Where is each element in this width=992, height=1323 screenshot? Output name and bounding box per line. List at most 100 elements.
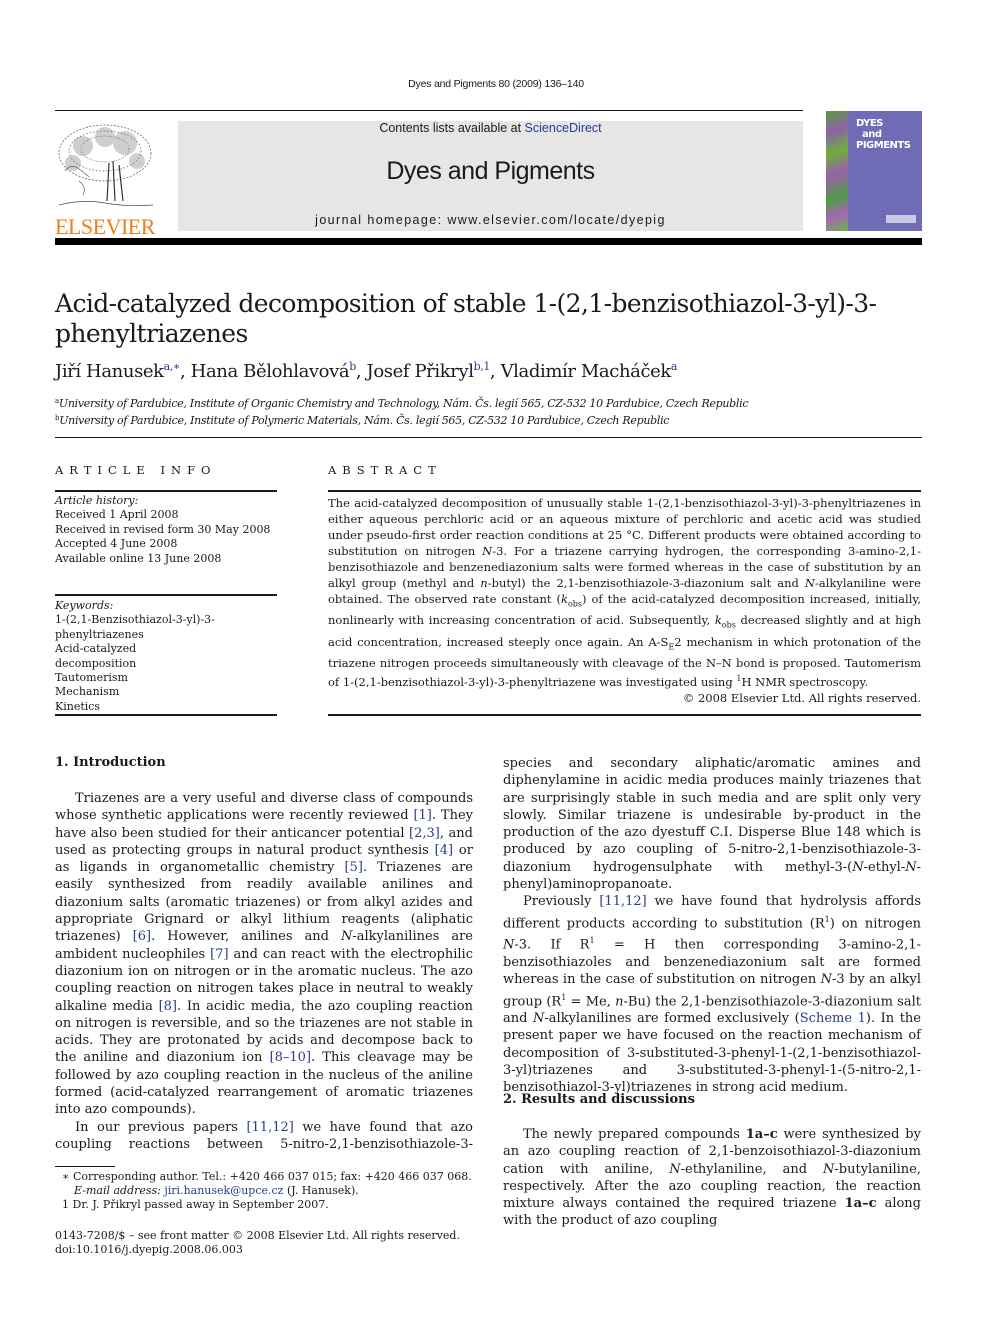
paragraph: Triazenes are a very useful and diverse …: [55, 791, 473, 1118]
email-label: E-mail address:: [74, 1184, 165, 1197]
abstract-body: The acid-catalyzed decomposition of unus…: [328, 496, 922, 689]
email-suffix: (J. Hanusek).: [283, 1184, 359, 1197]
footnote-1: 1 Dr. J. Přikryl passed away in Septembe…: [62, 1198, 329, 1211]
citation-link[interactable]: [8]: [159, 999, 177, 1014]
italic-text: N: [340, 929, 353, 945]
right-column: species and secondary aliphatic/aromatic…: [503, 755, 921, 1097]
keyword: Acid-catalyzed decomposition: [55, 642, 137, 670]
citation-link[interactable]: [11,12]: [599, 894, 646, 909]
italic-text: N: [503, 937, 515, 953]
tree-icon: [58, 124, 154, 207]
history-item: Accepted 4 June 2008: [55, 537, 178, 551]
citation-link[interactable]: [8–10]: [270, 1050, 311, 1065]
author: Vladimír Macháček: [500, 361, 672, 382]
citation-link[interactable]: [7]: [210, 947, 228, 962]
email-link[interactable]: jiri.hanusek@upce.cz: [164, 1184, 283, 1197]
citation-link[interactable]: Scheme 1: [800, 1011, 866, 1026]
cover-title: DYES and PIGMENTS: [856, 118, 911, 151]
section-heading-introduction: 1. Introduction: [55, 755, 166, 770]
citation-link[interactable]: [6]: [133, 929, 151, 944]
abstract-label: ABSTRACT: [328, 463, 442, 477]
author-affiliation-mark[interactable]: a: [671, 360, 678, 373]
journal-homepage-link[interactable]: journal homepage: www.elsevier.com/locat…: [178, 213, 803, 227]
affiliation: aUniversity of Pardubice, Institute of O…: [55, 394, 935, 411]
divider: [55, 490, 277, 492]
contents-line: Contents lists available at ScienceDirec…: [178, 121, 803, 135]
italic-text: N: [533, 1011, 545, 1027]
italic-text: n: [615, 993, 624, 1009]
divider: [328, 490, 921, 492]
abstract-text: The acid-catalyzed decomposition of unus…: [328, 495, 921, 706]
left-column: Triazenes are a very useful and diverse …: [55, 790, 473, 1153]
author: Hana Bělohlavová: [190, 361, 350, 382]
keyword: Tautomerism: [55, 671, 128, 685]
history-item: Received 1 April 2008: [55, 508, 179, 522]
history-item: Available online 13 June 2008: [55, 551, 222, 565]
keyword: Mechanism: [55, 685, 120, 699]
divider: [55, 437, 922, 438]
footnotes: ∗ Corresponding author. Tel.: +420 466 0…: [62, 1170, 482, 1212]
journal-cover[interactable]: DYES and PIGMENTS: [826, 111, 922, 231]
citation-link[interactable]: [11,12]: [246, 1120, 293, 1135]
citation-link[interactable]: [2,3]: [409, 826, 440, 841]
running-head: Dyes and Pigments 80 (2009) 136–140: [408, 78, 584, 90]
sciencedirect-link[interactable]: ScienceDirect: [525, 121, 602, 135]
header-thick-rule: [55, 238, 922, 245]
issn-line: 0143-7208/$ – see front matter © 2008 El…: [55, 1229, 460, 1242]
history-item: Received in revised form 30 May 2008: [55, 522, 271, 536]
affiliations: aUniversity of Pardubice, Institute of O…: [55, 394, 935, 428]
article-info-label: ARTICLE INFO: [55, 463, 217, 477]
citation-link[interactable]: [4]: [435, 843, 453, 858]
divider: [55, 714, 277, 716]
citation-link[interactable]: [1]: [413, 808, 431, 823]
author: Josef Přikryl: [366, 361, 474, 382]
italic-text: N: [820, 972, 833, 988]
divider: [55, 594, 277, 596]
compound-label: 1a–c: [745, 1127, 778, 1142]
keywords-label: Keywords:: [55, 599, 114, 612]
journal-title: Dyes and Pigments: [386, 157, 595, 185]
italic-text: N: [669, 1161, 681, 1177]
cover-pattern: [826, 111, 848, 231]
publisher-logo[interactable]: ELSEVIER: [53, 121, 157, 238]
article-title: Acid-catalyzed decomposition of stable 1…: [55, 289, 877, 348]
citation-link[interactable]: [5]: [345, 860, 363, 875]
superscript: 1: [824, 914, 830, 924]
keyword: 1-(2,1-Benzisothiazol-3-yl)-3-phenyltria…: [55, 613, 215, 641]
paragraph: In our previous papers [11,12] we have f…: [55, 1119, 473, 1152]
superscript: 1: [589, 936, 595, 946]
footnote-rule: [55, 1166, 115, 1167]
publisher-name: ELSEVIER: [55, 214, 155, 239]
cover-publisher-mark: [886, 215, 916, 223]
article-history-label: Article history:: [55, 494, 139, 507]
paragraph: Previously [11,12] we have found that hy…: [503, 894, 922, 1096]
author-affiliation-mark[interactable]: b: [349, 360, 356, 373]
journal-banner: Contents lists available at ScienceDirec…: [178, 121, 803, 231]
contents-prefix: Contents lists available at: [379, 121, 525, 135]
article-history: Article history: Received 1 April 2008 R…: [55, 494, 277, 566]
keywords: Keywords: 1-(2,1-Benzisothiazol-3-yl)-3-…: [55, 599, 220, 714]
divider: [328, 714, 921, 716]
author: Jiří Hanusek: [55, 361, 164, 382]
footnote-email: E-mail address: jiri.hanusek@upce.cz (J.…: [62, 1184, 482, 1198]
author-affiliation-mark[interactable]: a,∗: [164, 360, 181, 373]
affiliation-text: University of Pardubice, Institute of Po…: [59, 414, 670, 427]
section-heading-results: 2. Results and discussions: [503, 1092, 695, 1107]
affiliation-text: University of Pardubice, Institute of Or…: [58, 397, 749, 410]
affiliation: bUniversity of Pardubice, Institute of P…: [55, 411, 935, 428]
cover-title-line: and: [862, 129, 882, 140]
author-affiliation-mark[interactable]: b,1: [474, 360, 491, 373]
cover-title-line: DYES: [856, 118, 883, 129]
keyword: Kinetics: [55, 699, 101, 713]
italic-text: N: [823, 1161, 835, 1177]
superscript: 1: [561, 992, 567, 1002]
header-rule: [55, 110, 803, 111]
right-column-results: The newly prepared compounds 1a–c were s…: [503, 1126, 921, 1230]
front-matter: 0143-7208/$ – see front matter © 2008 El…: [55, 1229, 475, 1257]
paragraph: The newly prepared compounds 1a–c were s…: [503, 1127, 922, 1229]
abstract-copyright: © 2008 Elsevier Ltd. All rights reserved…: [682, 690, 921, 705]
doi-link[interactable]: doi:10.1016/j.dyepig.2008.06.003: [55, 1243, 475, 1257]
footnote-corresponding: ∗ Corresponding author. Tel.: +420 466 0…: [62, 1170, 472, 1183]
cover-title-line: PIGMENTS: [856, 140, 911, 151]
author-list: Jiří Hanuseka,∗, Hana Bělohlavováb, Jose…: [55, 360, 678, 382]
